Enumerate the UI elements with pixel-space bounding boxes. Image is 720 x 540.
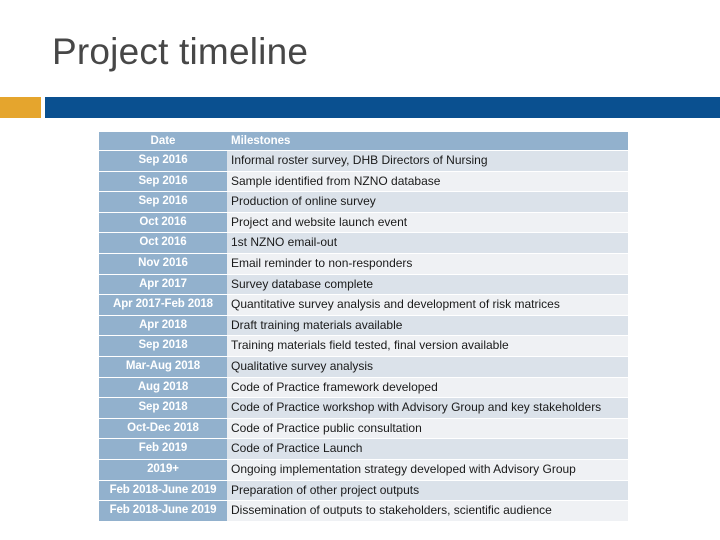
table-row: Sep 2018 Code of Practice workshop with A… [99, 397, 628, 419]
cell-date: Sep 2018 [99, 335, 227, 357]
slide-canvas: { "slide": { "title": "Project timeline"… [0, 0, 720, 540]
cell-date: Oct-Dec 2018 [99, 417, 227, 439]
page-title: Project timeline [52, 31, 309, 72]
cell-date: Oct 2016 [99, 232, 227, 254]
cell-milestone: Survey database complete [227, 273, 628, 295]
cell-date: Sep 2016 [99, 191, 227, 213]
cell-milestone: Preparation of other project outputs [227, 479, 628, 501]
cell-milestone: Email reminder to non-responders [227, 252, 628, 275]
cell-milestone: Project and website launch event [227, 211, 628, 233]
column-header-date: Date [99, 132, 227, 151]
cell-milestone: Code of Practice public consultation [227, 417, 628, 439]
table-row: Oct 2016 1st NZNO email-out [99, 232, 628, 254]
table-row: Apr 2017-Feb 2018 Quantitative survey ana… [99, 294, 628, 316]
accent-bar-orange [0, 97, 41, 118]
table-row: Feb 2018-June 2019 Preparation of other p… [99, 479, 628, 501]
table-header-row: Date Milestones [99, 132, 628, 151]
cell-milestone: Code of Practice Launch [227, 438, 628, 460]
cell-date: Feb 2018-June 2019 [99, 500, 227, 521]
table-row: Apr 2018 Draft training materials availab… [99, 314, 628, 336]
cell-milestone: Training materials field tested, final v… [227, 335, 628, 357]
table-row: Feb 2019 Code of Practice Launch [99, 438, 628, 460]
cell-date: Feb 2019 [99, 438, 227, 460]
column-header-milestones: Milestones [227, 132, 628, 151]
cell-date: Oct 2016 [99, 211, 227, 233]
table-row: Nov 2016 Email reminder to non-responders [99, 252, 628, 275]
cell-milestone: Production of online survey [227, 191, 628, 213]
table-row: Oct-Dec 2018 Code of Practice public cons… [99, 417, 628, 439]
table-body: Sep 2016 Informal roster survey, DHB Dire… [99, 150, 628, 521]
cell-date: Apr 2017-Feb 2018 [99, 294, 227, 316]
project-timeline-table: Date Milestones Sep 2016 Informal roster … [99, 132, 628, 521]
cell-date: Nov 2016 [99, 252, 227, 275]
cell-date: Apr 2017 [99, 273, 227, 295]
cell-milestone: Code of Practice framework developed [227, 376, 628, 398]
cell-milestone: Sample identified from NZNO database [227, 170, 628, 192]
cell-date: Apr 2018 [99, 314, 227, 336]
cell-milestone: Informal roster survey, DHB Directors of… [227, 150, 628, 172]
cell-milestone: Code of Practice workshop with Advisory … [227, 397, 628, 419]
table-row: Sep 2016 Production of online survey [99, 191, 628, 213]
table-row: Aug 2018 Code of Practice framework devel… [99, 376, 628, 398]
cell-date: Feb 2018-June 2019 [99, 479, 227, 501]
cell-milestone: Quantitative survey analysis and develop… [227, 294, 628, 316]
cell-date: 2019+ [99, 458, 227, 480]
table-row: Sep 2016 Sample identified from NZNO data… [99, 170, 628, 192]
accent-bar-blue [45, 97, 720, 118]
cell-milestone: Qualitative survey analysis [227, 355, 628, 378]
table-row: Apr 2017 Survey database complete [99, 273, 628, 295]
cell-date: Sep 2016 [99, 170, 227, 192]
cell-milestone: 1st NZNO email-out [227, 232, 628, 254]
cell-milestone: Ongoing implementation strategy develope… [227, 458, 628, 480]
cell-milestone: Dissemination of outputs to stakeholders… [227, 500, 628, 521]
cell-milestone: Draft training materials available [227, 314, 628, 336]
table-header: Date Milestones [99, 132, 628, 151]
table-row: Sep 2018 Training materials field tested,… [99, 335, 628, 357]
table-row: Sep 2016 Informal roster survey, DHB Dire… [99, 150, 628, 172]
cell-date: Aug 2018 [99, 376, 227, 398]
table-row: Feb 2018-June 2019 Dissemination of outpu… [99, 500, 628, 521]
cell-date: Mar-Aug 2018 [99, 355, 227, 378]
cell-date: Sep 2016 [99, 150, 227, 172]
cell-date: Sep 2018 [99, 397, 227, 419]
table-row: Mar-Aug 2018 Qualitative survey analysis [99, 355, 628, 378]
table-row: 2019+ Ongoing implementation strategy dev… [99, 458, 628, 480]
table-row: Oct 2016 Project and website launch event [99, 211, 628, 233]
